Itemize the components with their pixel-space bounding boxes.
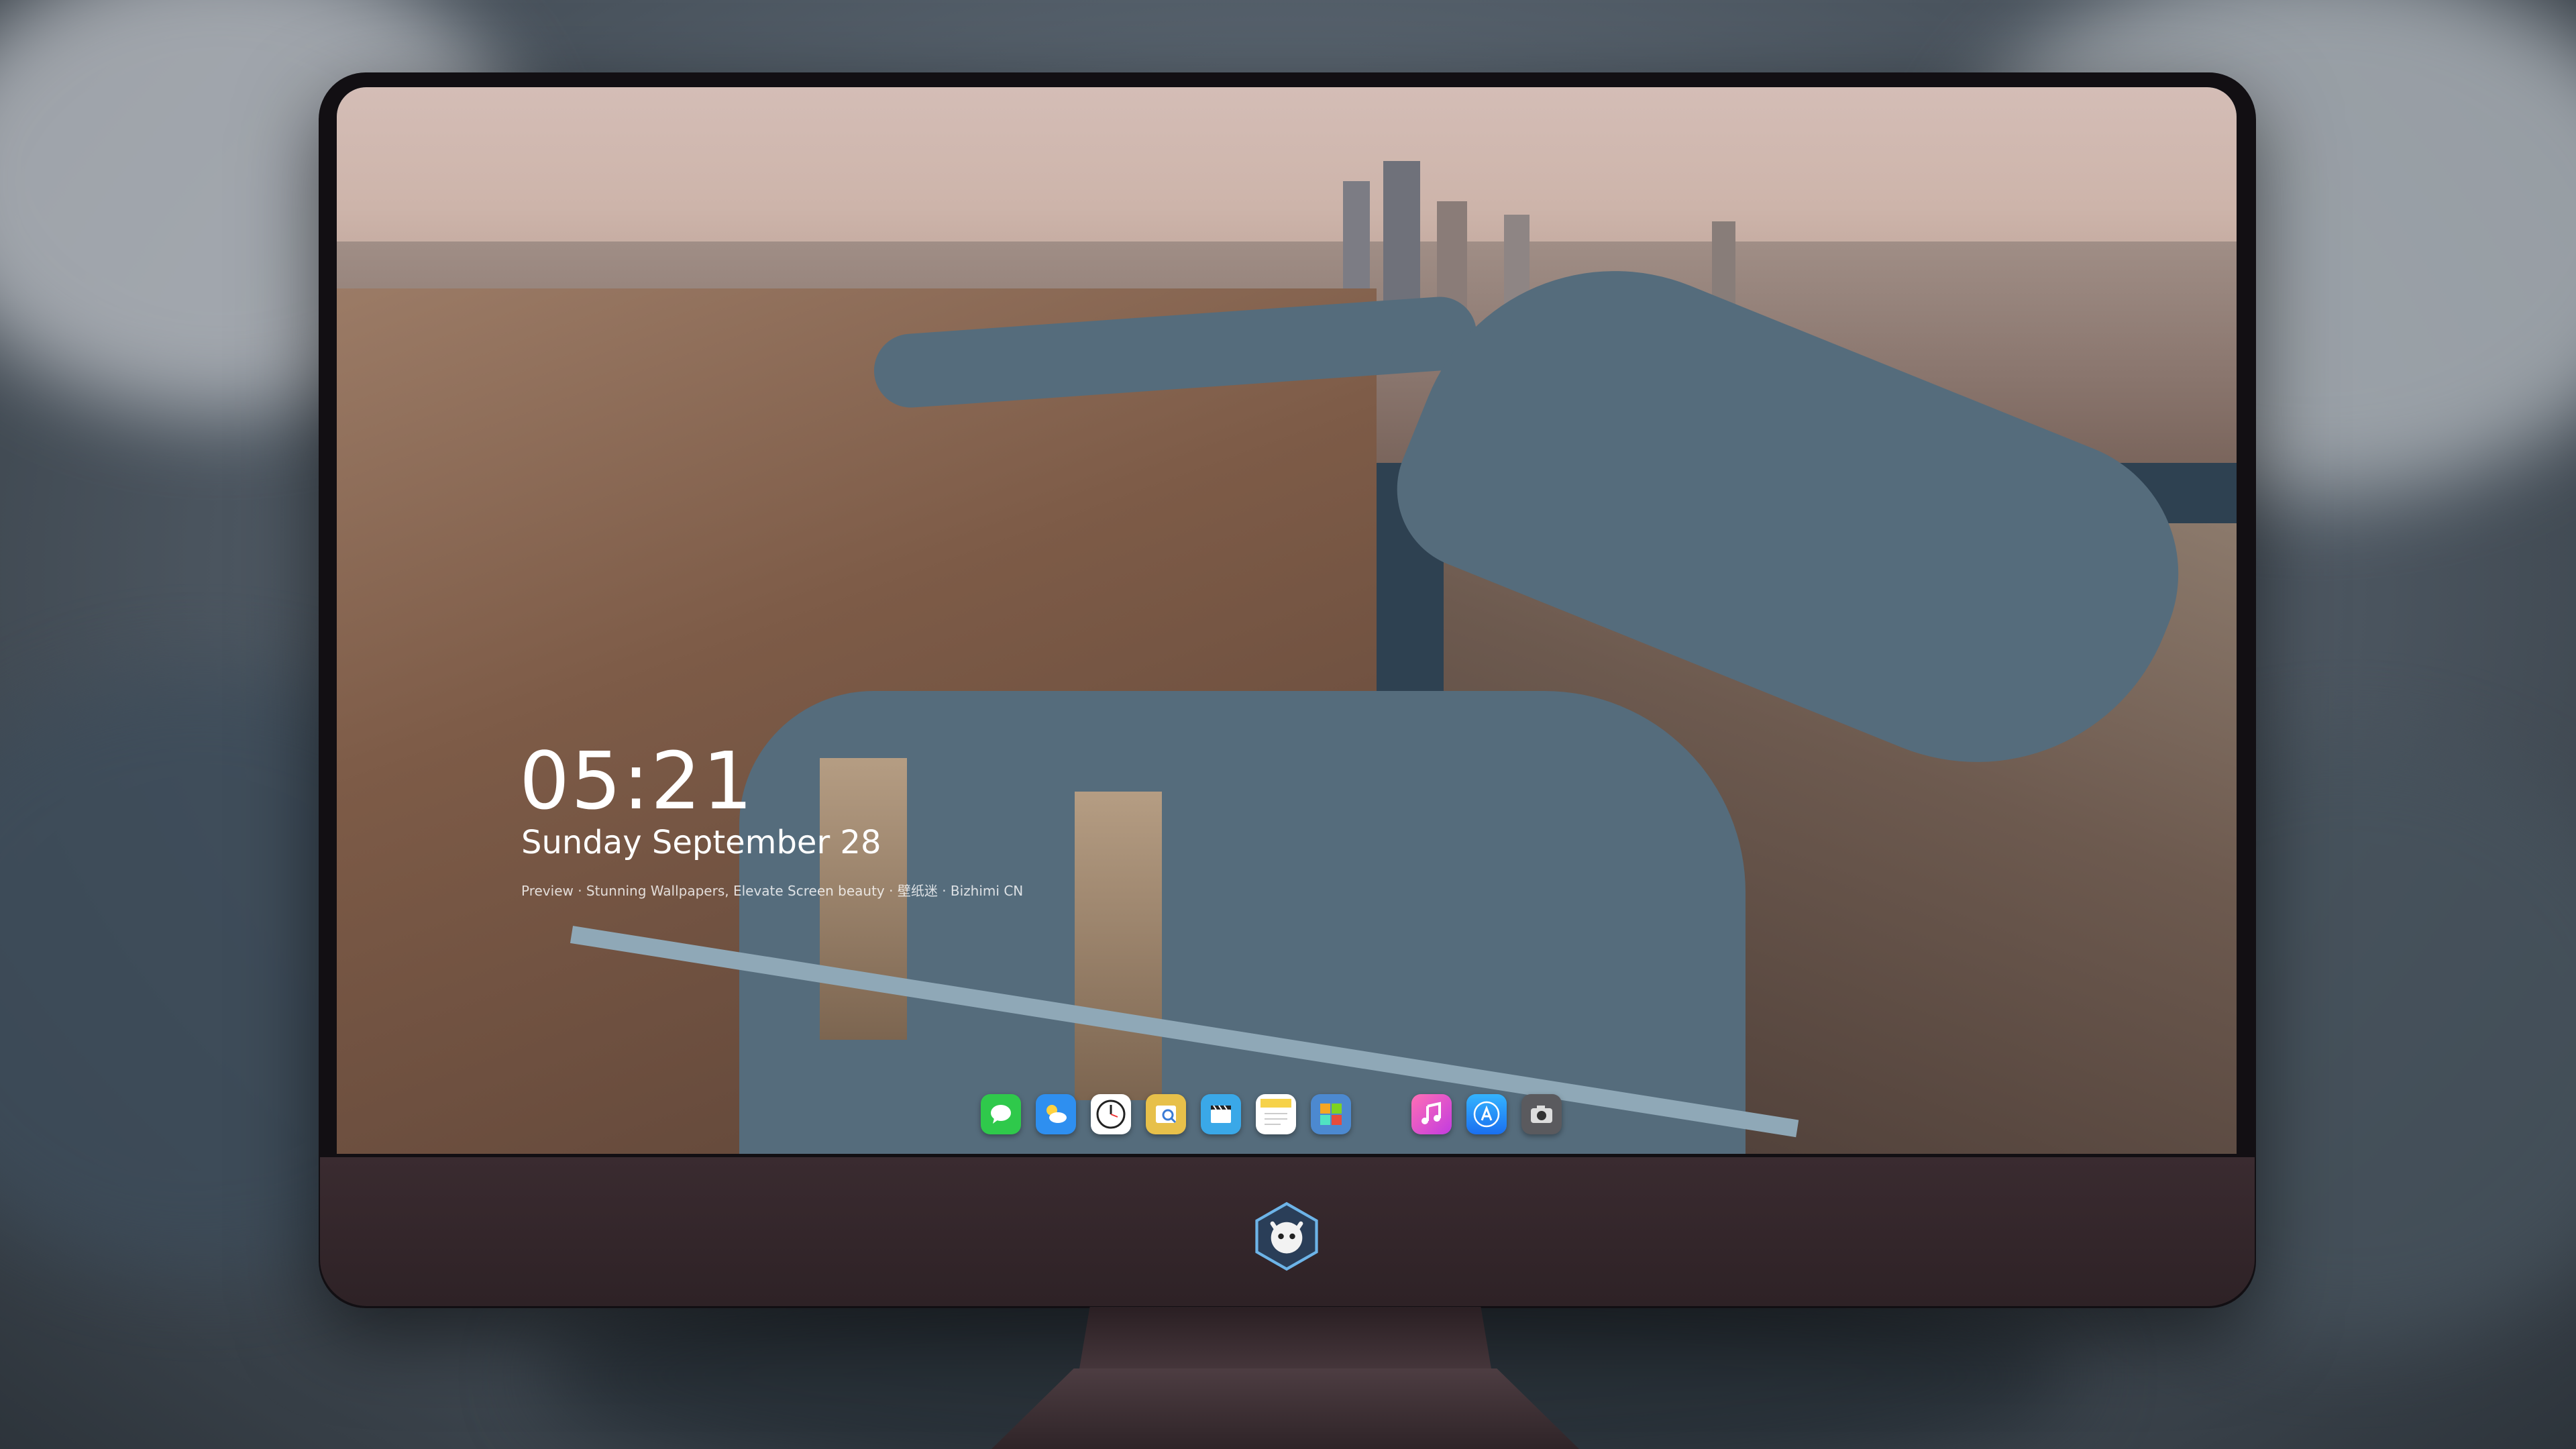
preview-icon[interactable] (1146, 1094, 1186, 1134)
bizhimi-logo (1255, 1201, 1318, 1271)
lock-clock: 05:21 (519, 735, 755, 827)
camera-icon[interactable] (1521, 1094, 1562, 1134)
wallpaper-credit: Preview · Stunning Wallpapers, Elevate S… (521, 883, 1024, 899)
clips-icon[interactable] (1201, 1094, 1241, 1134)
app-store-icon[interactable] (1466, 1094, 1507, 1134)
notes-icon[interactable] (1256, 1094, 1296, 1134)
clock-icon[interactable] (1091, 1094, 1131, 1134)
music-icon[interactable] (1411, 1094, 1452, 1134)
dock (981, 1085, 1562, 1143)
tower-bridge-right-tower (1075, 792, 1162, 1100)
photo-booth-icon[interactable] (1311, 1094, 1351, 1134)
weather-icon[interactable] (1036, 1094, 1076, 1134)
messages-icon[interactable] (981, 1094, 1021, 1134)
monitor-stand-base (991, 1368, 1579, 1449)
lock-screen: 05:21 Sunday September 28 Preview · Stun… (337, 87, 2237, 1154)
lock-date: Sunday September 28 (521, 824, 881, 861)
